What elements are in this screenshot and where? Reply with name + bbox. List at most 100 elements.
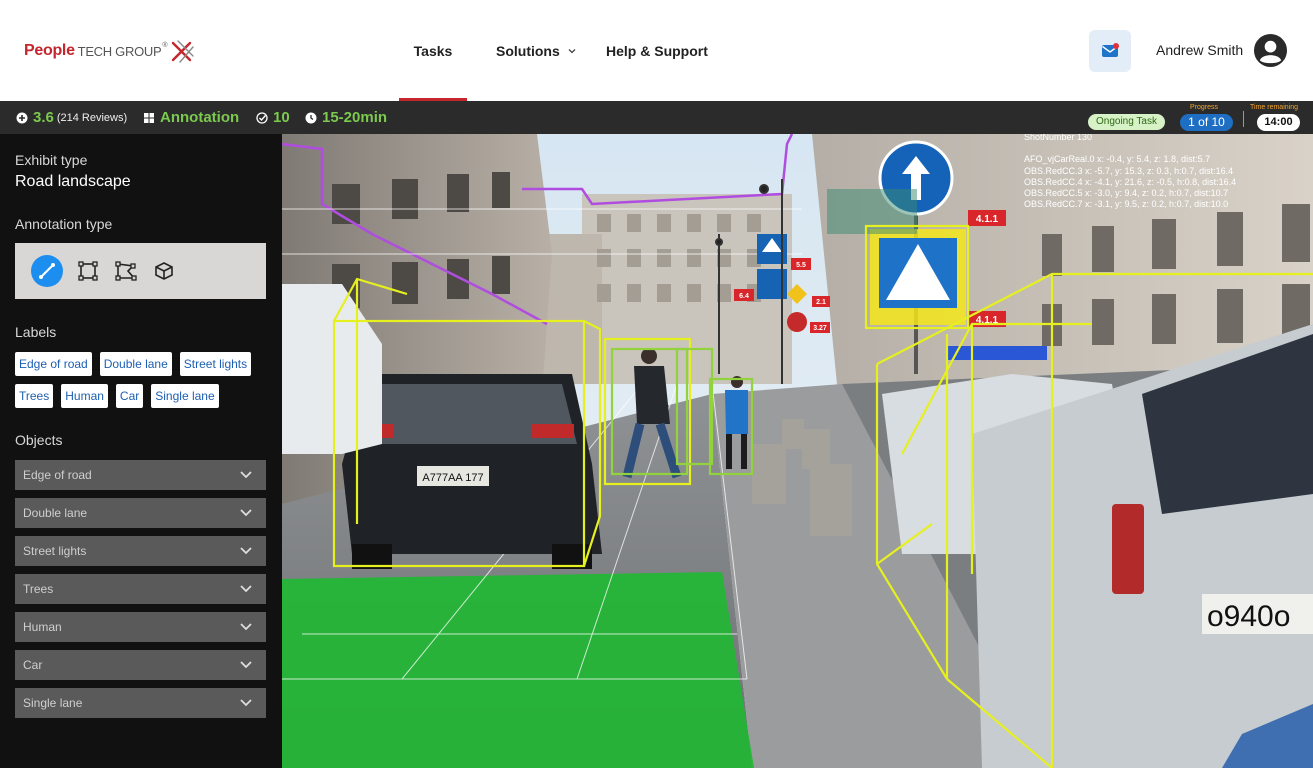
object-dropdown-label: Car [23, 658, 43, 672]
police-light-bar [947, 346, 1047, 360]
ground-segmentation-mask [282, 572, 754, 768]
chevron-down-icon [568, 48, 576, 53]
line-tool-button[interactable] [31, 255, 63, 287]
street-scene-image[interactable]: A777AA 177 o940o 4.1.1 4.1.1 5.5 6.4 2.1… [282, 134, 1313, 768]
chevron-down-icon [240, 661, 252, 669]
progress-badge: 1 of 10 [1180, 114, 1233, 131]
telemetry-header: ShotNumber 130 [1024, 134, 1092, 142]
clock-icon [305, 112, 317, 123]
object-dropdown[interactable]: Single lane [15, 688, 266, 718]
object-dropdown[interactable]: Human [15, 612, 266, 642]
annotation-sidebar: Exhibit type Road landscape Annotation t… [0, 134, 282, 768]
bounding-box-icon [78, 261, 98, 281]
object-dropdown[interactable]: Car [15, 650, 266, 680]
chevron-down-icon [240, 623, 252, 631]
annotation-canvas[interactable]: A777AA 177 o940o 4.1.1 4.1.1 5.5 6.4 2.1… [282, 134, 1313, 768]
object-dropdown-label: Human [23, 620, 62, 634]
sign-tag: 2.1 [816, 299, 826, 306]
bounding-box-tool-button[interactable] [75, 258, 101, 284]
user-circle-icon[interactable] [1253, 33, 1288, 68]
sign-tag: 6.4 [739, 293, 749, 300]
label-chip[interactable]: Edge of road [15, 352, 92, 376]
sign-tag: 3.27 [813, 325, 827, 332]
object-dropdown-label: Double lane [23, 506, 88, 520]
review-count: (214 Reviews) [56, 111, 128, 124]
object-dropdown-list: Edge of road Double lane Street lights T… [15, 460, 266, 726]
rating-value: 3.6 [33, 109, 54, 126]
status-divider [1243, 111, 1244, 127]
license-plate-right: o940o [1207, 600, 1290, 633]
check-circle-icon [256, 111, 268, 124]
x-cross-logo-icon [171, 40, 194, 63]
telemetry-line: OBS.RedCC.3 x: -5.7, y: 15.3, z: 0.3, h:… [1024, 166, 1233, 176]
duration-info: 15-20min [305, 101, 387, 134]
nav-help-label: Help & Support [606, 42, 708, 59]
ongoing-task-badge: Ongoing Task [1088, 114, 1165, 130]
sign-tag: 4.1.1 [976, 214, 999, 225]
rating-info: 3.6 (214 Reviews) [16, 101, 127, 134]
mail-notification-icon [1102, 43, 1119, 57]
grid-icon [144, 112, 154, 123]
object-dropdown[interactable]: Edge of road [15, 460, 266, 490]
category-value: Annotation [160, 109, 240, 126]
logo-techgroup-text: TECH GROUP [77, 43, 162, 59]
telemetry-line: OBS.RedCC.7 x: -3.1, y: 9.5, z: 0.2, h:0… [1024, 199, 1228, 209]
time-remaining-badge: 14:00 [1257, 114, 1300, 131]
label-chip-list: Edge of road Double lane Street lights T… [15, 352, 275, 416]
object-dropdown-label: Single lane [23, 696, 83, 710]
object-dropdown[interactable]: Trees [15, 574, 266, 604]
polygon-tool-button[interactable] [113, 258, 139, 284]
polygon-tool-icon [115, 261, 137, 281]
object-dropdown-label: Edge of road [23, 468, 92, 482]
app-root: People TECH GROUP ® Tasks Solutions Help… [0, 0, 1313, 768]
object-dropdown-label: Trees [23, 582, 54, 596]
time-caption: Time remaining [1250, 104, 1298, 111]
label-chip[interactable]: Double lane [99, 352, 172, 376]
logo-registered-mark: ® [162, 41, 168, 49]
chevron-down-icon [240, 547, 252, 555]
telemetry-line: OBS.RedCC.5 x: -3.0, y: 9.4, z: 0.2, h:0… [1024, 188, 1228, 198]
telemetry-line: AFO_vjCarReal.0 x: -0.4, y: 5.4, z: 1.8,… [1024, 154, 1210, 164]
exhibit-type-value: Road landscape [15, 173, 131, 190]
label-chip[interactable]: Car [115, 384, 144, 408]
object-dropdown[interactable]: Double lane [15, 498, 266, 528]
plus-circle-icon [16, 112, 28, 123]
objects-heading: Objects [15, 432, 63, 448]
sign-tag: 5.5 [796, 262, 806, 269]
category-info: Annotation [143, 101, 239, 134]
object-dropdown[interactable]: Street lights [15, 536, 266, 566]
telemetry-line: OBS.RedCC.4 x: -4.1, y: 21.6, z: -0.5, h… [1024, 177, 1236, 187]
line-tool-icon [39, 263, 55, 279]
progress-caption: Progress [1190, 104, 1219, 111]
user-name[interactable]: Andrew Smith [1156, 42, 1243, 58]
label-chip[interactable]: Trees [15, 384, 54, 408]
nav-solutions[interactable]: Solutions [496, 0, 576, 101]
top-nav: People TECH GROUP ® Tasks Solutions Help… [0, 0, 1313, 101]
nav-tasks[interactable]: Tasks [399, 0, 467, 101]
chevron-down-icon [240, 699, 252, 707]
annotation-type-label: Annotation type [15, 216, 113, 232]
cuboid-tool-icon [155, 262, 173, 280]
object-dropdown-label: Street lights [23, 544, 87, 558]
logo-people-text: People [24, 42, 75, 59]
count-info: 10 [256, 101, 290, 134]
nav-tasks-label: Tasks [413, 42, 453, 59]
annotation-tool-panel [15, 243, 266, 299]
count-value: 10 [273, 109, 290, 126]
label-chip[interactable]: Street lights [179, 352, 252, 376]
license-plate-left: A777AA 177 [422, 472, 483, 484]
nav-help-support[interactable]: Help & Support [606, 0, 708, 101]
cuboid-tool-button[interactable] [151, 258, 177, 284]
nav-solutions-label: Solutions [496, 42, 560, 59]
mail-button[interactable] [1089, 30, 1131, 72]
labels-heading: Labels [15, 324, 57, 340]
task-status-bar: 3.6 (214 Reviews) Annotation 10 15-20min [0, 101, 1313, 134]
duration-value: 15-20min [322, 109, 388, 126]
label-chip[interactable]: Single lane [151, 384, 219, 408]
label-chip[interactable]: Human [61, 384, 108, 408]
chevron-down-icon [240, 509, 252, 517]
exhibit-type-label: Exhibit type [15, 152, 88, 168]
chevron-down-icon [240, 585, 252, 593]
company-logo[interactable]: People TECH GROUP ® [24, 36, 195, 66]
silver-car-taillight [1112, 504, 1144, 594]
